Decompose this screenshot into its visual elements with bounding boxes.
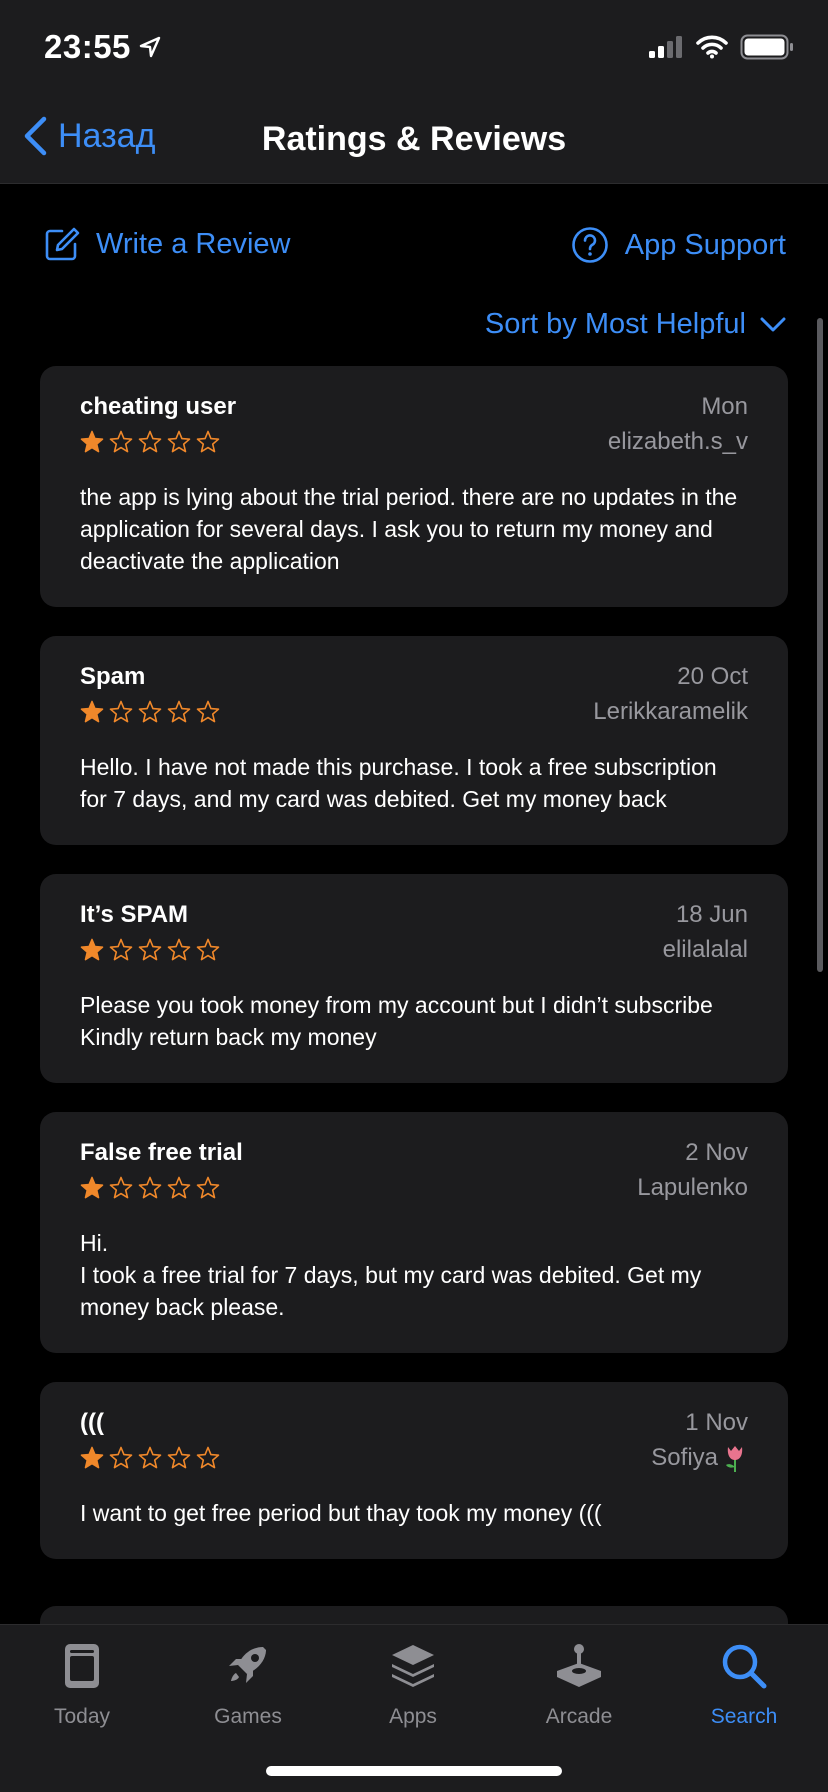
write-review-button[interactable]: Write a Review [44, 226, 290, 262]
app-support-button[interactable]: App Support [571, 226, 786, 264]
battery-icon [740, 34, 793, 60]
star-filled-icon [80, 700, 104, 723]
tab-label: Today [53, 1705, 111, 1728]
review-body: the app is lying about the trial period.… [80, 484, 738, 574]
review-author-name: Lerikkaramelik [593, 698, 748, 725]
question-circle-icon [571, 227, 608, 263]
rocket-icon [229, 1647, 266, 1683]
review-body: I want to get free period but thay took … [80, 1500, 602, 1526]
review-card[interactable]: Spam 20 Oct Lerikkaramelik Hello. I have… [40, 636, 788, 845]
search-icon [722, 1644, 767, 1689]
review-title: Spam [80, 663, 146, 690]
review-body: Hello. I have not made this purchase. I … [80, 754, 717, 812]
star-filled-icon [80, 430, 104, 453]
cellular-signal-icon [649, 36, 682, 58]
review-author-name: elilalalal [662, 936, 748, 963]
star-empty-icon [138, 430, 162, 453]
review-author-name: Lapulenko [637, 1174, 748, 1201]
review-date: 1 Nov [685, 1409, 748, 1436]
tab-today[interactable]: Today [7, 1641, 157, 1729]
status-time-text: 23:55 [44, 28, 131, 65]
star-empty-icon [138, 1446, 162, 1469]
star-empty-icon [196, 700, 220, 723]
tab-games[interactable]: Games [173, 1641, 323, 1729]
sort-label: Sort by Most Helpful [484, 308, 746, 340]
layers-icon [392, 1645, 434, 1687]
star-empty-icon [167, 1446, 191, 1469]
page-title: Ratings & Reviews [261, 120, 567, 158]
write-review-label: Write a Review [96, 227, 291, 260]
tab-arcade[interactable]: Arcade [504, 1641, 654, 1729]
review-card[interactable]: False free trial 2 Nov Lapulenko Hi. I t… [40, 1112, 788, 1353]
star-empty-icon [109, 700, 133, 723]
star-rating [80, 700, 220, 724]
home-indicator[interactable] [266, 1766, 562, 1776]
star-rating [80, 1176, 220, 1200]
review-card[interactable]: ((( 1 Nov Sofiya I want to get free peri… [40, 1382, 788, 1559]
review-date: Mon [701, 393, 748, 420]
review-body: Please you took money from my account bu… [80, 992, 713, 1050]
review-card[interactable]: cheating user Mon elizabeth.s_v the app … [40, 366, 788, 607]
tab-label: Arcade [545, 1705, 613, 1728]
star-empty-icon [167, 430, 191, 453]
review-date: 18 Jun [675, 901, 748, 928]
star-empty-icon [109, 430, 133, 453]
review-title: False free trial [80, 1139, 243, 1166]
review-author-name: elizabeth.s_v [607, 428, 748, 455]
star-empty-icon [138, 700, 162, 723]
compose-icon [45, 227, 80, 261]
star-empty-icon [196, 1176, 220, 1199]
star-empty-icon [167, 1176, 191, 1199]
location-arrow-icon [139, 36, 161, 58]
today-icon [65, 1644, 99, 1688]
tab-label: Search [710, 1705, 778, 1728]
star-empty-icon [167, 938, 191, 961]
star-filled-icon [80, 938, 104, 961]
chevron-down-icon [760, 317, 786, 331]
star-filled-icon [80, 1446, 104, 1469]
review-author: elilalalal [663, 933, 748, 967]
review-body: Hi. I took a free trial for 7 days, but … [80, 1230, 702, 1320]
scroll-indicator[interactable] [817, 318, 823, 972]
tab-search[interactable]: Search [669, 1641, 819, 1729]
review-list: cheating user Mon elizabeth.s_v the app … [40, 366, 788, 1588]
status-bar: 23:55 [0, 0, 828, 100]
review-title: cheating user [80, 393, 237, 420]
app-support-label: App Support [624, 228, 786, 261]
review-date: 2 Nov [685, 1139, 748, 1166]
tab-apps[interactable]: Apps [338, 1641, 488, 1729]
review-author: Sofiya [651, 1441, 748, 1475]
status-indicators [648, 34, 794, 60]
star-empty-icon [109, 938, 133, 961]
review-card[interactable]: It’s SPAM 18 Jun elilalalal Please you t… [40, 874, 788, 1083]
navigation-bar: Назад Ratings & Reviews [0, 100, 828, 184]
sort-dropdown[interactable]: Sort by Most Helpful [485, 308, 786, 341]
review-author: Lapulenko [637, 1171, 748, 1205]
star-empty-icon [196, 938, 220, 961]
review-date: 20 Oct [677, 663, 748, 690]
star-empty-icon [196, 430, 220, 453]
review-author: elizabeth.s_v [608, 425, 748, 459]
tab-label: Games [214, 1705, 282, 1728]
review-author: Lerikkaramelik [593, 695, 748, 729]
star-rating [80, 1446, 220, 1470]
status-time: 23:55 [44, 28, 161, 66]
tulip-icon [726, 1446, 743, 1472]
tab-label: Apps [389, 1705, 437, 1728]
review-title: It’s SPAM [80, 901, 189, 928]
star-rating [80, 938, 220, 962]
star-empty-icon [167, 700, 191, 723]
review-title: ((( [80, 1409, 104, 1436]
star-rating [80, 430, 220, 454]
star-empty-icon [138, 938, 162, 961]
joystick-icon [557, 1644, 601, 1687]
star-empty-icon [109, 1446, 133, 1469]
star-filled-icon [80, 1176, 104, 1199]
wifi-icon [696, 35, 728, 59]
star-empty-icon [109, 1176, 133, 1199]
star-empty-icon [196, 1446, 220, 1469]
review-author-name: Sofiya [651, 1444, 718, 1471]
star-empty-icon [138, 1176, 162, 1199]
